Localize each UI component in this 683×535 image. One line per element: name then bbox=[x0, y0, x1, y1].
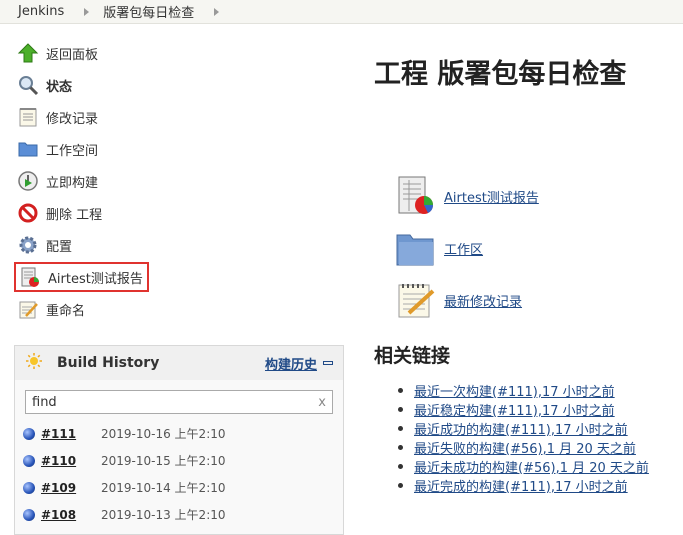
build-history-title: Build History bbox=[57, 355, 160, 371]
build-status-ball-icon bbox=[23, 427, 35, 440]
task-label: 重命名 bbox=[46, 303, 86, 319]
build-search-box: x bbox=[25, 390, 333, 414]
list-item: 最近完成的构建(#111),17 小时之前 bbox=[398, 476, 649, 495]
task-label: 立即构建 bbox=[46, 175, 99, 191]
task-label: Airtest测试报告 bbox=[48, 271, 143, 287]
list-item: 最近稳定构建(#111),17 小时之前 bbox=[398, 400, 649, 419]
no-entry-icon bbox=[16, 201, 40, 225]
build-status-ball-icon bbox=[23, 454, 35, 467]
build-history-header: Build History 构建历史 bbox=[15, 346, 343, 380]
magnifier-icon bbox=[16, 73, 40, 97]
related-link-last-failed[interactable]: 最近失败的构建(#56),1 月 20 天之前 bbox=[414, 438, 636, 457]
main-link-airtest-report[interactable]: Airtest测试报告 bbox=[394, 174, 539, 218]
main-link-workspace[interactable]: 工作区 bbox=[394, 226, 483, 270]
task-label: 配置 bbox=[46, 239, 73, 255]
build-row: #109 2019-10-14 上午2:10 bbox=[15, 474, 343, 501]
weather-sun-icon bbox=[25, 352, 43, 374]
list-item: 最近一次构建(#111),17 小时之前 bbox=[398, 381, 649, 400]
breadcrumb-separator-icon[interactable] bbox=[84, 7, 90, 16]
task-configure[interactable]: 配置 bbox=[16, 230, 72, 260]
task-label: 删除 工程 bbox=[46, 207, 103, 223]
build-history-panel: Build History 构建历史 x #111 2019-10-16 上午2… bbox=[14, 345, 344, 535]
notepad-pencil-icon bbox=[16, 297, 40, 321]
breadcrumb-separator-icon[interactable] bbox=[214, 7, 220, 16]
build-number-link[interactable]: #110 bbox=[41, 454, 101, 468]
list-item: 最近成功的构建(#111),17 小时之前 bbox=[398, 419, 649, 438]
task-back-to-dashboard[interactable]: 返回面板 bbox=[16, 38, 98, 68]
related-link-last-successful[interactable]: 最近成功的构建(#111),17 小时之前 bbox=[414, 419, 628, 438]
build-history-link[interactable]: 构建历史 bbox=[265, 354, 317, 373]
task-delete-project[interactable]: 删除 工程 bbox=[16, 198, 102, 228]
report-icon bbox=[394, 174, 438, 218]
collapse-minus-icon[interactable] bbox=[323, 361, 333, 365]
build-number-link[interactable]: #108 bbox=[41, 508, 101, 522]
related-link-last-stable[interactable]: 最近稳定构建(#111),17 小时之前 bbox=[414, 400, 615, 419]
task-label: 修改记录 bbox=[46, 111, 99, 127]
folder-icon bbox=[16, 137, 40, 161]
build-date-link[interactable]: 2019-10-16 上午2:10 bbox=[101, 425, 226, 442]
up-arrow-icon bbox=[16, 41, 40, 65]
build-number-link[interactable]: #111 bbox=[41, 427, 101, 441]
clock-play-icon bbox=[16, 169, 40, 193]
related-link-last-build[interactable]: 最近一次构建(#111),17 小时之前 bbox=[414, 381, 615, 400]
build-row: #108 2019-10-13 上午2:10 bbox=[15, 501, 343, 528]
build-status-ball-icon bbox=[23, 508, 35, 521]
notepad-icon bbox=[16, 105, 40, 129]
task-rename[interactable]: 重命名 bbox=[16, 294, 85, 324]
task-build-now[interactable]: 立即构建 bbox=[16, 166, 98, 196]
build-date-link[interactable]: 2019-10-14 上午2:10 bbox=[101, 479, 226, 496]
task-workspace[interactable]: 工作空间 bbox=[16, 134, 98, 164]
related-link-last-completed[interactable]: 最近完成的构建(#111),17 小时之前 bbox=[414, 476, 628, 495]
breadcrumb-project[interactable]: 版署包每日检查 bbox=[103, 2, 200, 21]
list-item: 最近未成功的构建(#56),1 月 20 天之前 bbox=[398, 457, 649, 476]
clear-search-icon[interactable]: x bbox=[318, 395, 326, 410]
task-label: 返回面板 bbox=[46, 47, 99, 63]
build-status-ball-icon bbox=[23, 481, 35, 494]
main-link-recent-changes[interactable]: 最新修改记录 bbox=[394, 278, 522, 322]
build-row: #111 2019-10-16 上午2:10 bbox=[15, 420, 343, 447]
folder-icon bbox=[394, 226, 438, 270]
notepad-pencil-icon bbox=[394, 278, 438, 322]
task-label: 工作空间 bbox=[46, 143, 99, 159]
related-links-title: 相关链接 bbox=[374, 345, 451, 367]
breadcrumb: Jenkins 版署包每日检查 bbox=[0, 0, 683, 24]
task-changes[interactable]: 修改记录 bbox=[16, 102, 98, 132]
build-date-link[interactable]: 2019-10-13 上午2:10 bbox=[101, 506, 226, 523]
build-row: #110 2019-10-15 上午2:10 bbox=[15, 447, 343, 474]
list-item: 最近失败的构建(#56),1 月 20 天之前 bbox=[398, 438, 649, 457]
build-number-link[interactable]: #109 bbox=[41, 481, 101, 495]
build-search-input[interactable] bbox=[32, 394, 319, 410]
page-title: 工程 版署包每日检查 bbox=[374, 59, 627, 90]
main-link-label: 工作区 bbox=[444, 242, 484, 258]
report-icon bbox=[18, 265, 42, 289]
main-link-label: Airtest测试报告 bbox=[444, 190, 539, 206]
gear-icon bbox=[16, 233, 40, 257]
breadcrumb-jenkins[interactable]: Jenkins bbox=[0, 4, 70, 19]
main-link-label: 最新修改记录 bbox=[444, 294, 523, 310]
task-airtest-report[interactable]: Airtest测试报告 bbox=[14, 262, 149, 292]
task-status[interactable]: 状态 bbox=[16, 70, 72, 100]
task-label: 状态 bbox=[46, 79, 73, 95]
build-date-link[interactable]: 2019-10-15 上午2:10 bbox=[101, 452, 226, 469]
related-link-last-unsuccessful[interactable]: 最近未成功的构建(#56),1 月 20 天之前 bbox=[414, 457, 649, 476]
related-links-list: 最近一次构建(#111),17 小时之前 最近稳定构建(#111),17 小时之… bbox=[398, 381, 649, 495]
